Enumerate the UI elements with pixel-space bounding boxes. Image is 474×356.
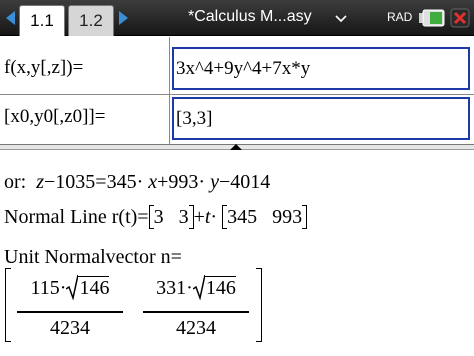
direction-x: 345 — [227, 206, 258, 228]
nav-right-icon[interactable] — [119, 11, 128, 25]
numerator: 115· 146 — [17, 274, 123, 300]
tangent-plane-equation: or: z−1035=345· x+993· y−4014 — [4, 171, 270, 194]
matrix-left-bracket — [5, 268, 11, 342]
unit-normal-label: Unit Normalvector n= — [4, 246, 182, 268]
angle-mode-indicator: RAD — [387, 10, 413, 24]
row-divider — [0, 94, 474, 95]
radicand: 146 — [204, 276, 236, 299]
splitter-handle-icon[interactable] — [230, 144, 242, 150]
function-input[interactable]: 3x^4+9y^4+7x*y — [172, 47, 470, 90]
fraction-bar — [17, 311, 123, 313]
tab-1-2[interactable]: 1.2 — [68, 5, 114, 36]
unit-normal-component-1: 115· 146 4234 — [17, 274, 123, 344]
plus-sign: + — [193, 206, 205, 228]
matrix-right-bracket — [256, 268, 262, 342]
equation-part: −1035=345· — [44, 171, 144, 193]
nav-left-icon[interactable] — [6, 11, 15, 25]
denominator: 4234 — [50, 317, 90, 339]
normal-line-label: Normal Line r(t)= — [4, 206, 149, 228]
z-variable: z — [36, 171, 45, 193]
tab-1-1[interactable]: 1.1 — [19, 5, 65, 36]
point-input[interactable]: [3,3] — [172, 97, 470, 140]
point-y: 3 — [178, 206, 189, 228]
direction-y: 993 — [272, 206, 303, 228]
coefficient: 331· — [156, 277, 193, 299]
prefix-text: or: — [4, 171, 27, 193]
square-root: 146 — [192, 274, 236, 300]
title-bar: 1.1 1.2 *Calculus M...asy RAD — [0, 0, 474, 36]
column-divider — [169, 37, 170, 145]
document-title[interactable]: *Calculus M...asy — [188, 8, 312, 26]
radicand: 146 — [78, 276, 110, 299]
coefficient: 115· — [30, 277, 67, 299]
y-variable: y — [210, 171, 219, 193]
normal-line-equation: Normal Line r(t)= 3 3 +t· 345 993 — [4, 205, 308, 229]
fraction-bar — [143, 311, 249, 313]
point-x: 3 — [153, 206, 164, 228]
function-label: f(x,y[,z])= — [4, 57, 84, 78]
equation-part: −4014 — [218, 171, 271, 193]
chevron-down-icon[interactable] — [335, 15, 347, 23]
numerator: 331· 146 — [143, 274, 249, 300]
equation-part: +993· — [157, 171, 206, 193]
unit-normal-component-2: 331· 146 4234 — [143, 274, 249, 344]
sqrt-sign-icon — [66, 274, 79, 300]
denominator: 4234 — [176, 317, 216, 339]
battery-icon — [419, 9, 445, 27]
square-root: 146 — [66, 274, 110, 300]
close-icon[interactable] — [450, 8, 470, 28]
right-bracket — [302, 205, 308, 229]
sqrt-sign-icon — [192, 274, 205, 300]
x-variable: x — [148, 171, 158, 193]
dot-operator: · — [210, 206, 218, 228]
point-label: [x0,y0[,z0]]= — [4, 106, 106, 127]
